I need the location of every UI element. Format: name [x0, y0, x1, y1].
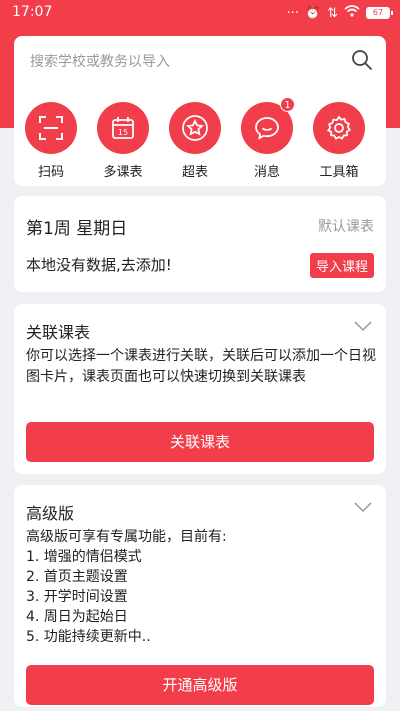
link-schedule-card: 关联课表 你可以选择一个课表进行关联，关联后可以添加一个日视图卡片，课表页面也可…	[14, 304, 386, 474]
pro-section-title: 高级版	[26, 504, 75, 523]
quick-action-scan[interactable]: 扫码	[16, 102, 86, 180]
search-icon[interactable]	[350, 48, 374, 72]
link-schedule-button[interactable]: 关联课表	[26, 422, 374, 462]
star-icon	[169, 102, 221, 154]
battery-icon: 67	[366, 7, 393, 19]
top-card: 搜索学校或教务以导入 扫码 15 多课表 超表 1 消息 工具箱	[14, 36, 386, 186]
wifi-icon	[344, 5, 360, 21]
status-bar: 17:07 ··· ⏰ ⇅ 67	[0, 0, 400, 26]
pro-intro: 高级版可享有专属功能，目前有:	[26, 529, 227, 545]
message-badge: 1	[280, 97, 295, 112]
link-section-title: 关联课表	[26, 323, 91, 342]
list-item: 3. 开学时间设置	[26, 589, 128, 605]
default-schedule-link[interactable]: 默认课表	[318, 216, 374, 236]
activate-pro-button[interactable]: 开通高级版	[26, 665, 374, 705]
scan-icon	[25, 102, 77, 154]
quick-action-super-table[interactable]: 超表	[160, 102, 230, 180]
import-courses-button[interactable]: 导入课程	[309, 253, 374, 278]
quick-action-label: 工具箱	[319, 165, 359, 180]
chat-icon: 1	[241, 97, 295, 154]
week-title: 第1周 星期日	[26, 219, 128, 239]
quick-action-label: 扫码	[37, 165, 64, 180]
svg-text:15: 15	[118, 128, 128, 137]
list-item: 5. 功能持续更新中..	[26, 629, 151, 645]
empty-state-text: 本地没有数据,去添加!	[26, 256, 172, 274]
pro-version-card: 高级版 高级版可享有专属功能，目前有: 1. 增强的情侣模式 2. 首页主题设置…	[14, 485, 386, 707]
quick-actions: 扫码 15 多课表 超表 1 消息 工具箱	[14, 97, 386, 182]
search-bar[interactable]: 搜索学校或教务以导入	[14, 36, 386, 84]
quick-action-label: 多课表	[103, 165, 143, 180]
chevron-down-icon[interactable]	[354, 501, 372, 513]
week-card: 第1周 星期日 默认课表 本地没有数据,去添加! 导入课程	[14, 196, 386, 292]
list-item: 2. 首页主题设置	[26, 569, 128, 585]
data-icon: ⇅	[327, 5, 338, 21]
status-icons: ··· ⏰ ⇅ 67	[286, 5, 393, 21]
link-section-description: 你可以选择一个课表进行关联，关联后可以添加一个日视图卡片，课表页面也可以快速切换…	[26, 348, 376, 385]
search-placeholder: 搜索学校或教务以导入	[30, 54, 170, 70]
quick-action-messages[interactable]: 1 消息	[232, 97, 302, 180]
alarm-icon: ⏰	[304, 5, 322, 21]
quick-action-toolbox[interactable]: 工具箱	[304, 102, 374, 180]
chevron-down-icon[interactable]	[354, 320, 372, 332]
calendar-icon: 15	[97, 102, 149, 154]
quick-action-label: 消息	[253, 165, 280, 180]
status-time: 17:07	[12, 4, 53, 20]
pro-feature-list: 高级版可享有专属功能，目前有: 1. 增强的情侣模式 2. 首页主题设置 3. …	[26, 527, 378, 647]
list-item: 4. 周日为起始日	[26, 609, 128, 625]
quick-action-label: 超表	[181, 165, 208, 180]
list-item: 1. 增强的情侣模式	[26, 549, 142, 565]
quick-action-multi-schedule[interactable]: 15 多课表	[88, 102, 158, 180]
gear-icon	[313, 102, 365, 154]
more-dots-icon: ···	[286, 5, 299, 21]
